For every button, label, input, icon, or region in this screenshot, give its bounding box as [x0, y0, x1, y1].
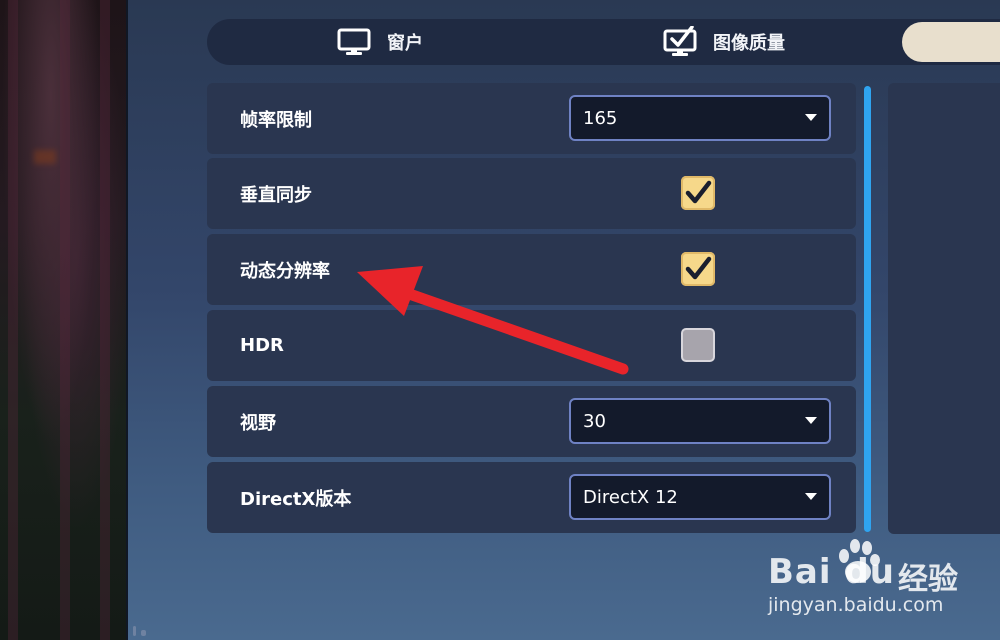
- settings-tab-bar: 窗户 图像质量: [207, 19, 1000, 65]
- directx-dropdown[interactable]: DirectX 12: [569, 474, 831, 520]
- dropdown-value: 165: [583, 107, 618, 129]
- tab-image-quality-label: 图像质量: [713, 33, 785, 54]
- dropdown-value: DirectX 12: [583, 486, 678, 508]
- setting-row-directx: DirectX版本 DirectX 12: [207, 462, 856, 533]
- chevron-down-icon: [805, 114, 817, 121]
- settings-screen: 窗户 图像质量 帧率限制 165 垂直同步 动态分辨率 HDR 视野 30 Di…: [0, 0, 1000, 640]
- setting-label: 帧率限制: [240, 109, 312, 131]
- game-backdrop: [0, 0, 127, 640]
- description-panel: [888, 83, 1000, 534]
- baidu-watermark: Bai du 经验 jingyan.baidu.com: [768, 532, 994, 622]
- monitor-icon: [337, 28, 371, 56]
- dropdown-value: 30: [583, 410, 606, 432]
- tab-window[interactable]: 窗户: [337, 19, 423, 65]
- checkmark-icon: [685, 180, 712, 204]
- corner-mark: [133, 626, 136, 636]
- setting-label: HDR: [240, 335, 284, 356]
- paw-icon: [839, 539, 880, 583]
- watermark-url: jingyan.baidu.com: [768, 594, 944, 616]
- tab-active-highlight[interactable]: [902, 22, 1000, 62]
- panel-edge: [126, 0, 128, 640]
- chevron-down-icon: [805, 493, 817, 500]
- setting-row-hdr: HDR: [207, 310, 856, 381]
- watermark-brand: 经验: [898, 562, 958, 597]
- setting-label: 视野: [240, 412, 276, 434]
- tab-image-quality[interactable]: 图像质量: [663, 19, 785, 65]
- dynamic-resolution-checkbox[interactable]: [681, 252, 715, 286]
- checkmark-icon: [685, 256, 712, 280]
- setting-row-frame-limit: 帧率限制 165: [207, 83, 856, 154]
- hdr-checkbox[interactable]: [681, 328, 715, 362]
- monitor-check-icon: [663, 26, 697, 58]
- setting-label: DirectX版本: [240, 488, 352, 510]
- frame-limit-dropdown[interactable]: 165: [569, 95, 831, 141]
- setting-row-vsync: 垂直同步: [207, 158, 856, 229]
- vsync-checkbox[interactable]: [681, 176, 715, 210]
- settings-scrollbar[interactable]: [864, 86, 871, 532]
- setting-row-fov: 视野 30: [207, 386, 856, 457]
- setting-label: 垂直同步: [240, 184, 312, 206]
- setting-row-dynamic-resolution: 动态分辨率: [207, 234, 856, 305]
- chevron-down-icon: [805, 417, 817, 424]
- corner-mark: [141, 630, 146, 636]
- tab-window-label: 窗户: [387, 33, 423, 54]
- setting-label: 动态分辨率: [240, 260, 330, 282]
- fov-dropdown[interactable]: 30: [569, 398, 831, 444]
